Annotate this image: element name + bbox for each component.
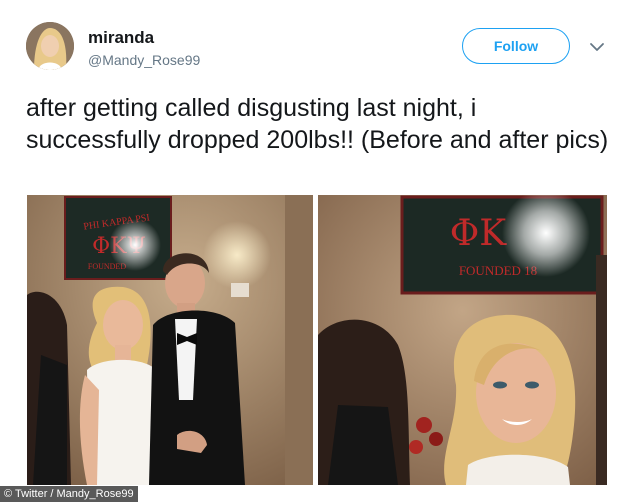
avatar[interactable] — [26, 22, 74, 70]
display-name[interactable]: miranda — [88, 28, 154, 48]
photo-after[interactable]: ΦΚ FOUNDED 18 — [318, 195, 607, 485]
chevron-down-icon[interactable] — [588, 38, 606, 56]
sign-letters-right: ΦΚ — [450, 213, 508, 254]
tweet-text: after getting called disgusting last nig… — [26, 94, 609, 154]
photo-grid: PHI KAPPA PSI ΦΚΨ FOUNDED — [27, 195, 607, 485]
follow-button[interactable]: Follow — [462, 28, 570, 64]
photo-credit: © Twitter / Mandy_Rose99 — [0, 486, 138, 502]
photo-before[interactable]: PHI KAPPA PSI ΦΚΨ FOUNDED — [27, 195, 315, 485]
user-handle[interactable]: @Mandy_Rose99 — [88, 52, 200, 68]
